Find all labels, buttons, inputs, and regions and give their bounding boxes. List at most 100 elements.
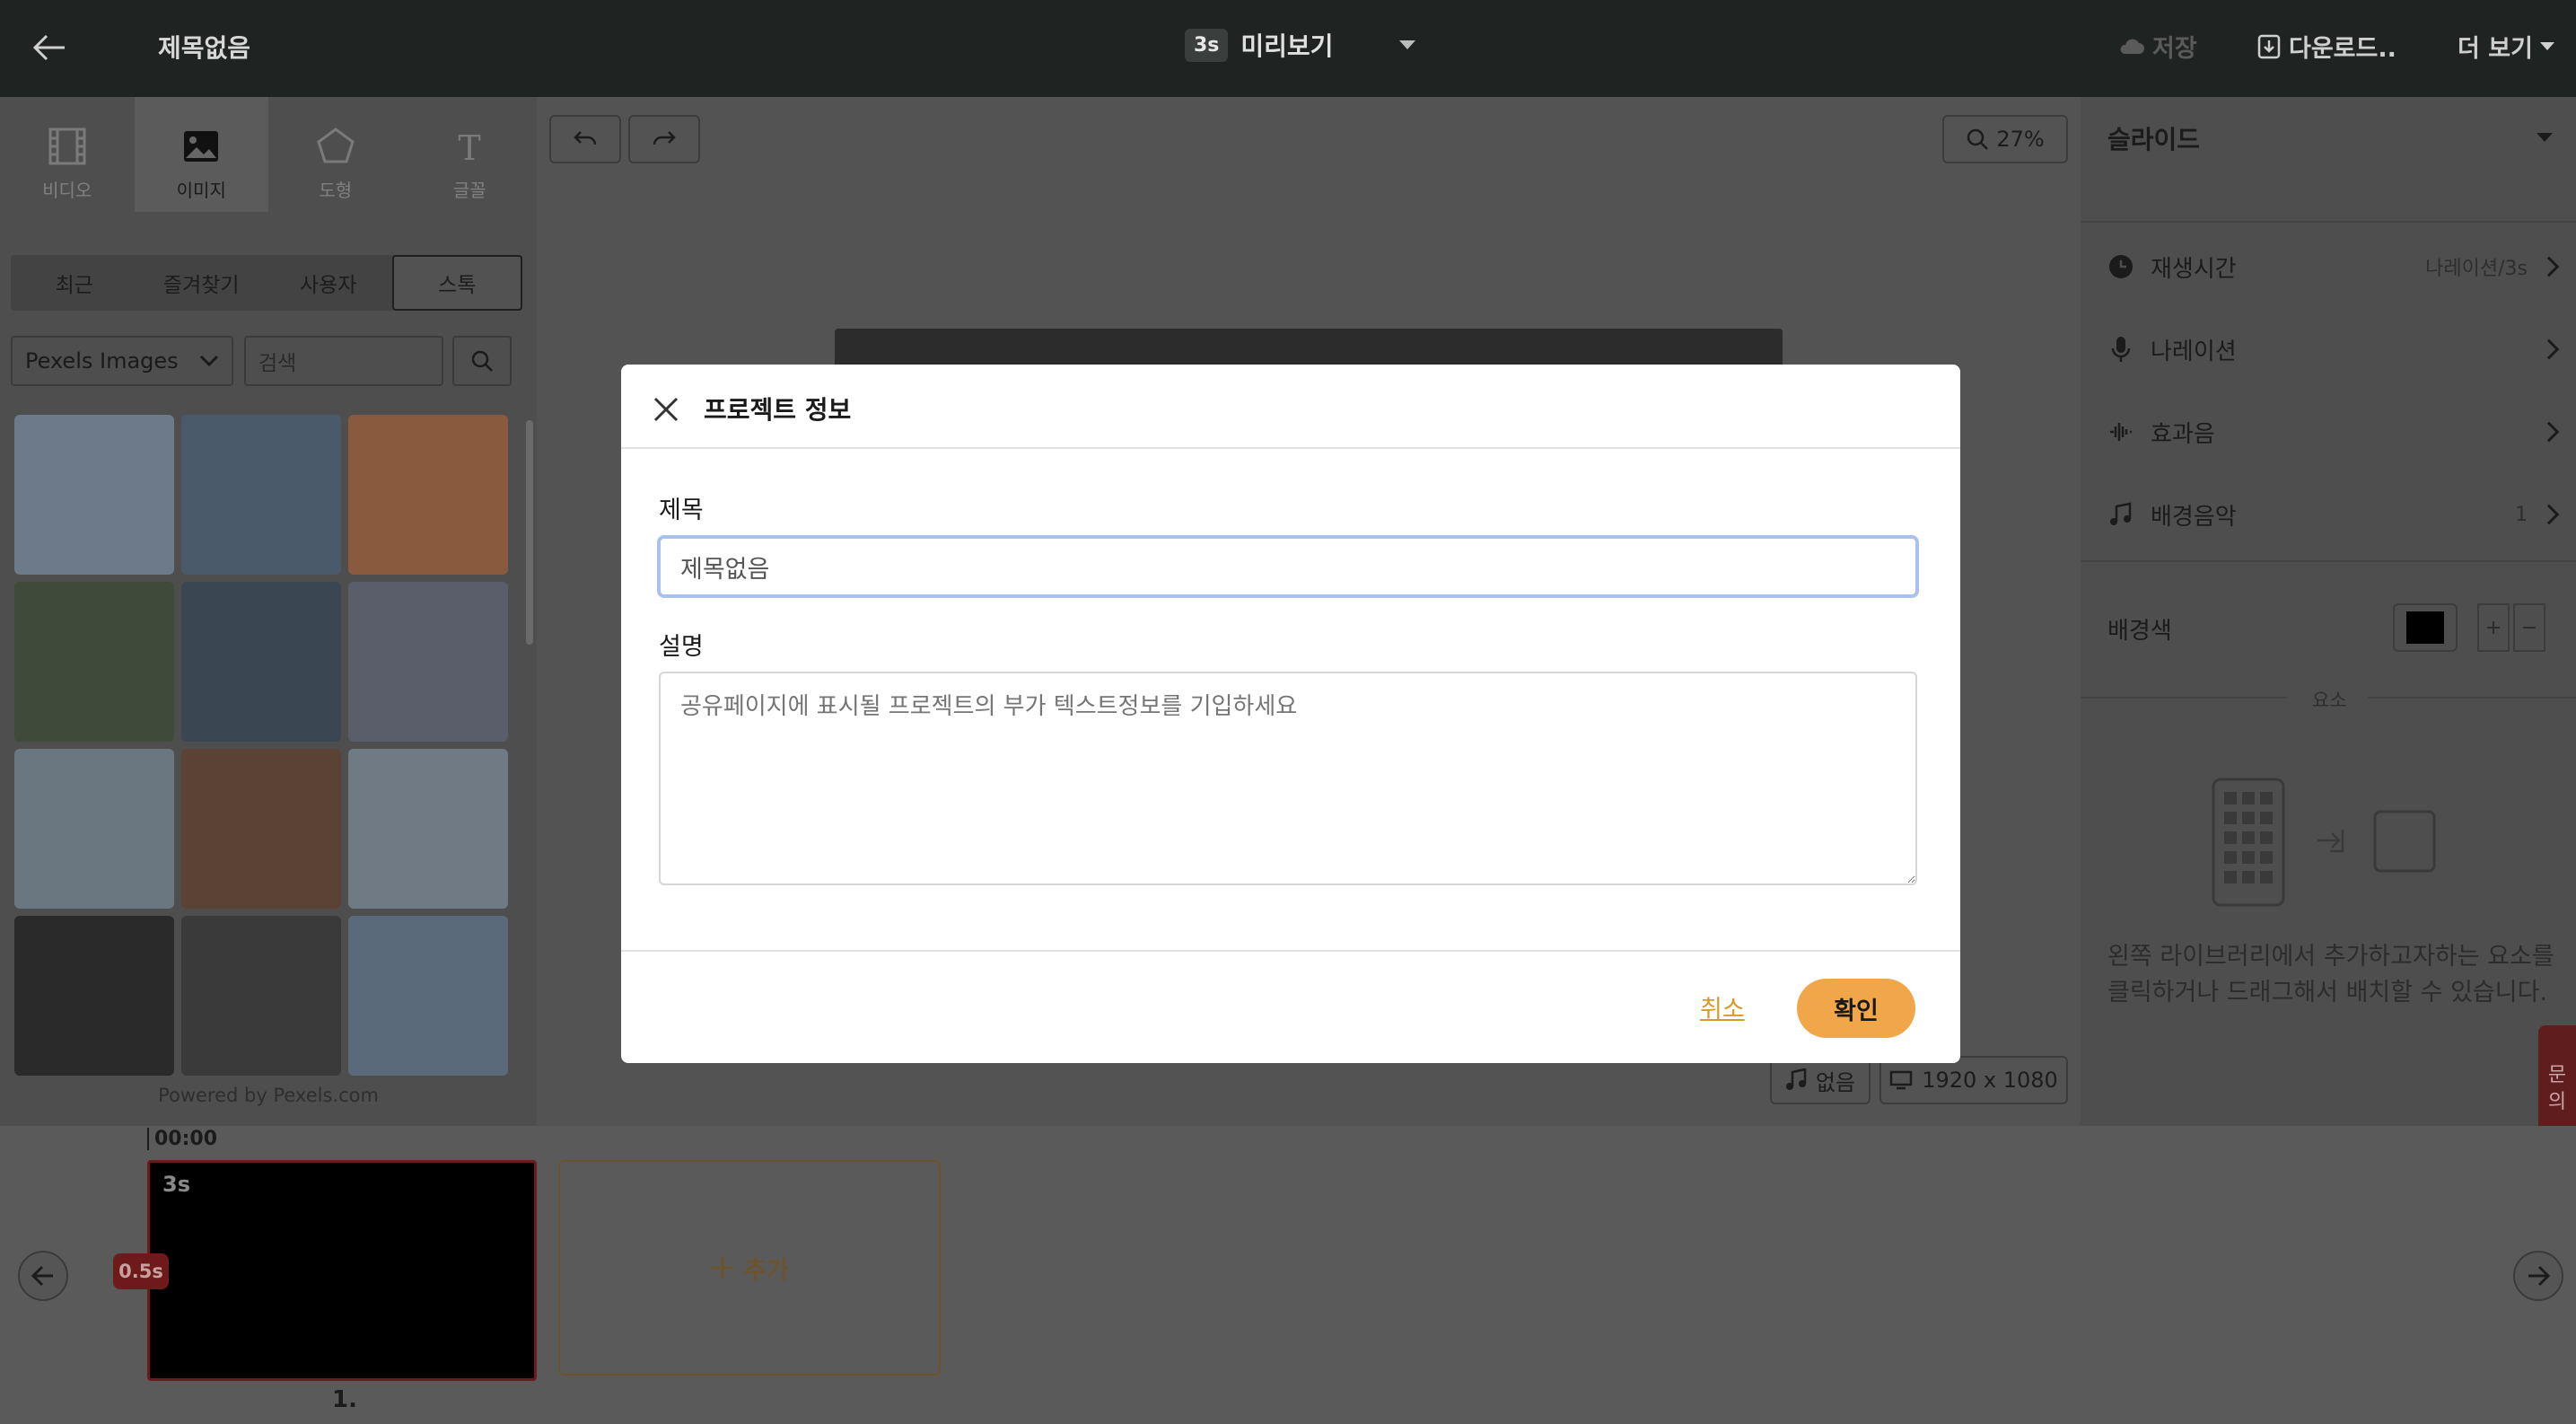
more-label: 더 보기 xyxy=(2458,35,2533,63)
stock-image-thumbnail[interactable] xyxy=(14,415,174,575)
audio-info-label: 없음 xyxy=(1815,1069,1856,1095)
zoom-icon xyxy=(1967,128,1989,150)
clip-duration: 3s xyxy=(162,1172,190,1197)
top-bar: 제목없음 3s 미리보기 저장 다운로드.. 더 보기 xyxy=(0,0,2576,97)
stock-image-thumbnail[interactable] xyxy=(14,749,174,909)
chevron-down-icon[interactable] xyxy=(2537,133,2553,142)
stock-image-thumbnail[interactable] xyxy=(181,582,341,742)
tab-video[interactable]: 비디오 xyxy=(0,97,135,212)
description-textarea[interactable] xyxy=(659,672,1917,885)
narration-row[interactable]: 나레이션 xyxy=(2107,327,2560,372)
remove-bg-button[interactable]: − xyxy=(2513,603,2545,652)
download-icon xyxy=(2257,34,2281,58)
download-label: 다운로드.. xyxy=(2289,35,2396,63)
confirm-button[interactable]: 확인 xyxy=(1797,979,1915,1038)
stock-image-thumbnail[interactable] xyxy=(181,415,341,575)
search-button[interactable] xyxy=(452,336,512,386)
drag-to-canvas-illustration xyxy=(2212,778,2436,907)
tab-image[interactable]: 이미지 xyxy=(134,97,268,212)
tab-text[interactable]: T 글꼴 xyxy=(403,97,538,212)
bgm-label: 배경음악 xyxy=(2151,503,2237,531)
tab-stock[interactable]: 스톡 xyxy=(391,255,522,311)
tab-favorites[interactable]: 즐겨찾기 xyxy=(138,255,266,311)
preview-button[interactable]: 3s 미리보기 xyxy=(1185,27,1416,63)
title-field-label: 제목 xyxy=(659,497,704,524)
duration-label: 재생시간 xyxy=(2151,255,2237,283)
timeline-next-button[interactable] xyxy=(2513,1251,2563,1301)
stock-image-thumbnail[interactable] xyxy=(181,916,341,1076)
stock-image-thumbnail[interactable] xyxy=(348,916,508,1076)
clock-icon xyxy=(2107,253,2134,280)
chevron-down-icon xyxy=(199,355,219,367)
project-title[interactable]: 제목없음 xyxy=(158,29,250,65)
audio-info-button[interactable]: 없음 xyxy=(1770,1056,1871,1104)
preview-duration-badge: 3s xyxy=(1185,28,1229,62)
download-button[interactable]: 다운로드.. xyxy=(2256,29,2396,64)
divider xyxy=(621,447,1960,449)
elements-label: 요소 xyxy=(2312,690,2347,711)
redo-icon xyxy=(653,131,676,145)
close-icon[interactable] xyxy=(648,391,684,427)
tab-shape-label: 도형 xyxy=(319,180,353,201)
undo-button[interactable] xyxy=(549,115,621,163)
stock-image-thumbnail[interactable] xyxy=(14,916,174,1076)
chevron-down-icon[interactable] xyxy=(1399,40,1416,49)
cloud-upload-icon xyxy=(2120,39,2144,54)
tab-video-label: 비디오 xyxy=(42,180,92,201)
library-source-tabs: 최근 즐겨찾기 사용자 스톡 xyxy=(11,255,522,311)
media-library-panel: 비디오 이미지 도형 T 글꼴 최근 즐겨찾기 사용자 스톡 Pexels Im… xyxy=(0,97,537,1126)
inquiry-label-2: 의 xyxy=(2547,1091,2567,1113)
stock-image-thumbnail[interactable] xyxy=(181,749,341,909)
redo-button[interactable] xyxy=(628,115,700,163)
shape-icon xyxy=(316,127,355,163)
sound-effect-label: 효과음 xyxy=(2151,420,2215,448)
transition-badge[interactable]: 0.5s xyxy=(113,1253,169,1289)
tab-recent[interactable]: 최근 xyxy=(11,255,138,311)
title-input[interactable] xyxy=(657,535,1919,598)
chevron-right-icon xyxy=(2538,421,2560,443)
stock-image-thumbnail[interactable] xyxy=(14,582,174,742)
bg-color-swatch[interactable] xyxy=(2393,603,2458,652)
divider xyxy=(2081,221,2576,223)
tab-text-label: 글꼴 xyxy=(452,180,486,201)
slide-clip[interactable]: 3s xyxy=(147,1160,537,1381)
back-arrow-icon[interactable] xyxy=(29,27,70,68)
stock-image-grid xyxy=(14,415,512,1076)
save-button[interactable]: 저장 xyxy=(2118,29,2197,64)
divider xyxy=(2081,560,2576,562)
stock-image-thumbnail[interactable] xyxy=(348,415,508,575)
stock-image-thumbnail[interactable] xyxy=(348,749,508,909)
tab-shape[interactable]: 도형 xyxy=(268,97,403,212)
resolution-button[interactable]: 1920 x 1080 xyxy=(1879,1056,2068,1104)
panel-title: 슬라이드 xyxy=(2107,125,2201,154)
zoom-button[interactable]: 27% xyxy=(1942,115,2068,163)
timeline-prev-button[interactable] xyxy=(18,1251,68,1301)
search-input[interactable]: 검색 xyxy=(244,336,443,386)
tab-user[interactable]: 사용자 xyxy=(265,255,392,311)
library-scrollbar[interactable] xyxy=(526,420,533,645)
stock-source-select[interactable]: Pexels Images xyxy=(11,336,233,386)
add-bg-button[interactable]: + xyxy=(2477,603,2510,652)
tab-image-label: 이미지 xyxy=(176,180,226,201)
dialog-title: 프로젝트 정보 xyxy=(704,395,852,425)
preview-label: 미리보기 xyxy=(1240,31,1334,61)
add-slide-button[interactable]: 추가 xyxy=(558,1160,941,1376)
duration-row[interactable]: 재생시간 나레이션/3s xyxy=(2107,244,2560,289)
bgm-row[interactable]: 배경음악 1 xyxy=(2107,492,2560,537)
inquiry-label-1: 문 xyxy=(2547,1064,2567,1086)
stock-image-thumbnail[interactable] xyxy=(348,582,508,742)
elements-hint: 왼쪽 라이브러리에서 추가하고자하는 요소를 클릭하거나 드래그해서 배치할 수… xyxy=(2107,943,2554,1006)
plus-icon xyxy=(712,1257,734,1279)
description-field-label: 설명 xyxy=(659,633,704,661)
divider xyxy=(621,950,1960,952)
undo-icon xyxy=(574,131,597,145)
clip-number: 1. xyxy=(332,1386,357,1413)
sound-effect-row[interactable]: 효과음 xyxy=(2107,409,2560,454)
narration-label: 나레이션 xyxy=(2151,338,2237,365)
slide-canvas[interactable] xyxy=(835,329,1783,365)
bg-color-label: 배경색 xyxy=(2107,618,2172,645)
more-menu-button[interactable]: 더 보기 xyxy=(2458,29,2554,64)
powered-by-credit: Powered by Pexels.com xyxy=(158,1085,379,1106)
resolution-label: 1920 x 1080 xyxy=(1922,1068,2058,1093)
cancel-button[interactable]: 취소 xyxy=(1700,989,1745,1024)
